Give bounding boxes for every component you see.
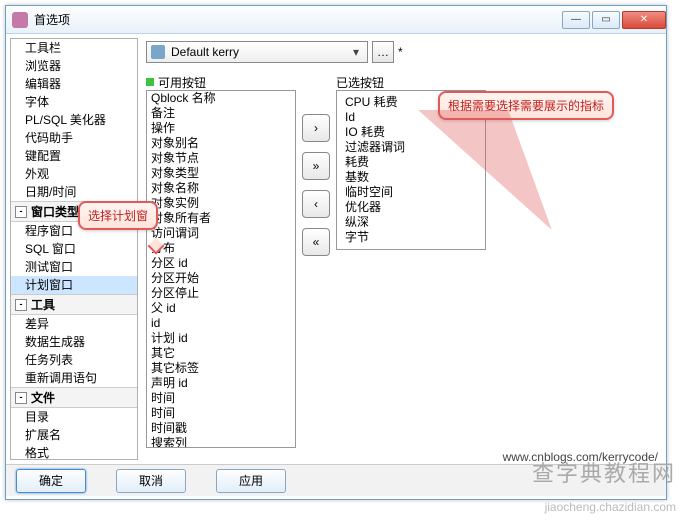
available-listbox[interactable]: Qblock 名称备注操作对象别名对象节点对象类型对象名称对象实例对象所有者访问… [146,90,296,448]
modified-star: * [398,45,403,59]
list-item[interactable]: 临时空间 [341,185,481,200]
list-item[interactable]: 计划 id [147,331,295,346]
titlebar: 首选项 — ▭ ✕ [6,6,666,34]
list-item[interactable]: 时间 [147,391,295,406]
tree-item[interactable]: 字体 [11,93,137,111]
list-item[interactable]: 搜索列 [147,436,295,448]
list-item[interactable]: 优化器 [341,200,481,215]
watermark-site2: jiaocheng.chazidian.com [545,500,676,514]
list-item[interactable]: 纵深 [341,215,481,230]
collapse-icon[interactable]: - [15,392,27,404]
tree-item[interactable]: 测试窗口 [11,258,137,276]
list-item[interactable]: 基数 [341,170,481,185]
minimize-button[interactable]: — [562,11,590,29]
list-item[interactable]: Qblock 名称 [147,91,295,106]
available-title: 可用按钮 [146,74,296,90]
tree-item[interactable]: 目录 [11,408,137,426]
selected-title: 已选按钮 [336,74,486,90]
list-item[interactable]: 对象所有者 [147,211,295,226]
move-right-button[interactable]: › [302,114,330,142]
collapse-icon[interactable]: - [15,206,27,218]
list-item[interactable]: IO 耗费 [341,125,481,140]
profile-dropdown[interactable]: Default kerry ▾ [146,41,368,63]
tree-item[interactable]: 差异 [11,315,137,333]
tree-group-tools[interactable]: -工具 [11,294,137,315]
tree-item[interactable]: PL/SQL 美化器 [11,111,137,129]
nav-tree[interactable]: 工具栏 浏览器 编辑器 字体 PL/SQL 美化器 代码助手 键配置 外观 日期… [10,38,138,460]
tree-group-files[interactable]: -文件 [11,387,137,408]
close-button[interactable]: ✕ [622,11,666,29]
list-item[interactable]: 其它 [147,346,295,361]
list-item[interactable]: 声明 id [147,376,295,391]
tree-item[interactable]: 编辑器 [11,75,137,93]
list-item[interactable]: 父 id [147,301,295,316]
apply-button[interactable]: 应用 [216,469,286,493]
profile-name: Default kerry [171,45,349,59]
list-item[interactable]: 对象别名 [147,136,295,151]
tree-item[interactable]: 扩展名 [11,426,137,444]
ellipsis-button[interactable]: … [372,41,394,63]
move-all-right-button[interactable]: » [302,152,330,180]
list-item[interactable]: 备注 [147,106,295,121]
mover-buttons: › » ‹ « [302,114,330,256]
maximize-button[interactable]: ▭ [592,11,620,29]
list-item[interactable]: 对象实例 [147,196,295,211]
list-item[interactable]: 对象节点 [147,151,295,166]
list-item[interactable]: 操作 [147,121,295,136]
preferences-window: 首选项 — ▭ ✕ 工具栏 浏览器 编辑器 字体 PL/SQL 美化器 代码助手… [5,5,667,500]
list-item[interactable]: 时间 [147,406,295,421]
ok-button[interactable]: 确定 [16,469,86,493]
annotation-callout-1: 选择计划窗 [78,201,158,230]
list-item[interactable]: 分布 [147,241,295,256]
tree-item[interactable]: 键配置 [11,147,137,165]
status-dot-icon [146,78,154,86]
move-left-button[interactable]: ‹ [302,190,330,218]
window-title: 首选项 [34,11,560,28]
annotation-callout-2: 根据需要选择需要展示的指标 [438,91,614,120]
tree-item[interactable]: 格式 [11,444,137,460]
list-item[interactable]: 访问谓词 [147,226,295,241]
collapse-icon[interactable]: - [15,299,27,311]
list-item[interactable]: 时间戳 [147,421,295,436]
list-item[interactable]: 分区停止 [147,286,295,301]
list-item[interactable]: 对象名称 [147,181,295,196]
tree-item[interactable]: 工具栏 [11,39,137,57]
list-item[interactable]: 过滤器谓词 [341,140,481,155]
tree-item[interactable]: 日期/时间 [11,183,137,201]
available-panel: 可用按钮 Qblock 名称备注操作对象别名对象节点对象类型对象名称对象实例对象… [146,74,296,448]
watermark-site1: 查字典教程网 [532,456,676,488]
list-item[interactable]: 耗费 [341,155,481,170]
tree-item[interactable]: 浏览器 [11,57,137,75]
list-item[interactable]: id [147,316,295,331]
tree-item[interactable]: 重新调用语句 [11,369,137,387]
move-all-left-button[interactable]: « [302,228,330,256]
app-icon [12,12,28,28]
list-item[interactable]: 对象类型 [147,166,295,181]
tree-item[interactable]: SQL 窗口 [11,240,137,258]
list-item[interactable]: 字节 [341,230,481,245]
tree-item[interactable]: 代码助手 [11,129,137,147]
chevron-down-icon: ▾ [349,45,363,59]
cancel-button[interactable]: 取消 [116,469,186,493]
toolbar: Default kerry ▾ … * [146,38,662,66]
list-item[interactable]: 其它标签 [147,361,295,376]
tree-item[interactable]: 任务列表 [11,351,137,369]
list-item[interactable]: 分区 id [147,256,295,271]
tree-item[interactable]: 外观 [11,165,137,183]
tree-item-plan-window[interactable]: 计划窗口 [11,276,137,294]
profile-icon [151,45,165,59]
list-item[interactable]: 分区开始 [147,271,295,286]
dual-list: 可用按钮 Qblock 名称备注操作对象别名对象节点对象类型对象名称对象实例对象… [146,74,662,448]
tree-item[interactable]: 数据生成器 [11,333,137,351]
